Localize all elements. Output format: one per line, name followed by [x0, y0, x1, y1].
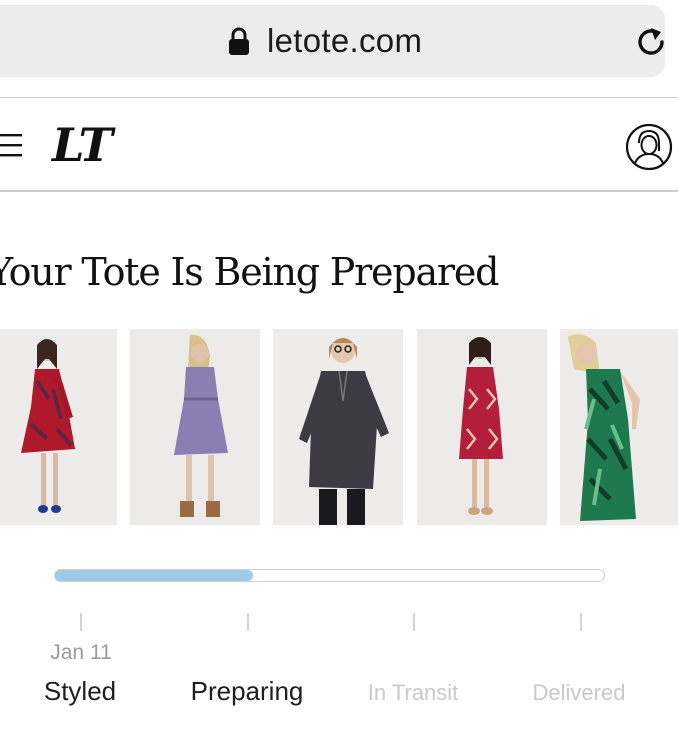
- red-geometric-dress-image: [417, 329, 547, 525]
- reload-icon[interactable]: [636, 24, 668, 60]
- progress-fill: [55, 570, 253, 581]
- step-tick: [413, 613, 415, 631]
- user-account-icon[interactable]: [625, 123, 673, 171]
- lock-icon: [229, 27, 249, 55]
- url-text[interactable]: letote.com: [267, 22, 422, 60]
- step-tick: [247, 613, 249, 631]
- red-floral-dress-image: [0, 329, 117, 525]
- hamburger-menu-icon[interactable]: [0, 132, 22, 158]
- step-date-styled: Jan 11: [50, 641, 112, 664]
- page-title: Your Tote Is Being Prepared: [0, 250, 500, 294]
- step-tick: [80, 613, 82, 631]
- charcoal-lace-up-top-image: [273, 329, 403, 525]
- green-palm-dress-image: [560, 329, 678, 525]
- browser-divider: [0, 97, 678, 98]
- step-label-styled: Styled: [43, 676, 117, 706]
- product-image-purple-paisley-dress[interactable]: [130, 329, 260, 525]
- step-tick: [580, 613, 582, 631]
- progress-track: [54, 569, 605, 582]
- purple-paisley-dress-image: [130, 329, 260, 525]
- product-image-charcoal-lace-up-top[interactable]: [273, 329, 403, 525]
- product-image-green-palm-dress[interactable]: [560, 329, 678, 525]
- step-label-delivered: Delivered: [532, 680, 626, 705]
- header-divider: [0, 190, 678, 192]
- product-image-red-floral-dress[interactable]: [0, 329, 117, 525]
- le-tote-logo[interactable]: LT: [52, 118, 113, 172]
- product-image-red-geometric-dress[interactable]: [417, 329, 547, 525]
- step-label-in-transit: In Transit: [367, 680, 459, 705]
- step-label-preparing: Preparing: [190, 676, 304, 706]
